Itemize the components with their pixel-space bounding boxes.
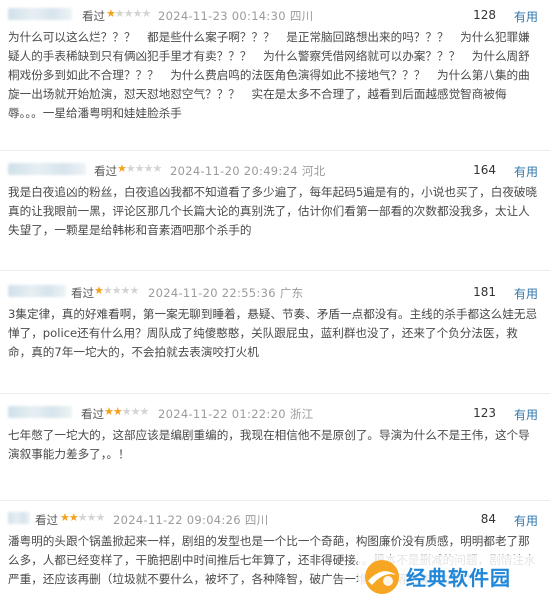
review-item: 看过 ★★★★★ 2024-11-20 20:49:24 河北 164 有用 我… <box>0 161 550 237</box>
review-meta: 看过 ★★★★★ 2024-11-22 09:04:26 四川 84 有用 <box>0 510 550 530</box>
useful-button[interactable]: 有用 <box>514 163 538 180</box>
watched-status: 看过 <box>81 407 104 421</box>
review-date: 2024-11-22 09:04:26 四川 <box>113 512 268 528</box>
star-icon: ★★★★ <box>102 284 139 297</box>
review-date: 2024-11-20 22:55:36 广东 <box>148 285 303 301</box>
site-watermark: 经典软件园 <box>358 555 538 599</box>
review-datetime: 2024-11-22 09:04:26 <box>113 513 241 527</box>
review-location: 广东 <box>279 286 304 300</box>
star-icon: ★ <box>106 7 116 20</box>
rating-stars: ★★★★★ <box>106 7 151 20</box>
useful-button[interactable]: 有用 <box>514 406 538 423</box>
useful-button[interactable]: 有用 <box>514 285 538 302</box>
useful-button[interactable]: 有用 <box>514 8 538 25</box>
review-item: 看过 ★★★★★ 2024-11-22 09:04:26 四川 84 有用 潘粤… <box>0 510 550 586</box>
review-date: 2024-11-22 01:22:20 浙江 <box>158 406 313 422</box>
review-datetime: 2024-11-23 00:14:30 <box>158 9 286 23</box>
star-icon: ★ <box>94 284 104 297</box>
useful-count: 128 <box>473 8 496 22</box>
review-datetime: 2024-11-20 22:55:36 <box>148 286 276 300</box>
star-icon: ★★ <box>60 511 79 524</box>
avatar[interactable] <box>8 406 72 418</box>
avatar[interactable] <box>8 285 66 297</box>
star-icon: ★★★ <box>121 405 150 418</box>
useful-count: 164 <box>473 163 496 177</box>
watermark-logo-icon <box>365 560 399 594</box>
review-location: 四川 <box>289 9 314 23</box>
watched-status: 看过 <box>71 286 94 300</box>
review-meta: 看过 ★★★★★ 2024-11-22 01:22:20 浙江 123 有用 <box>0 404 550 424</box>
star-icon: ★ <box>117 162 127 175</box>
watched-status: 看过 <box>35 513 58 527</box>
review-location: 浙江 <box>289 407 314 421</box>
star-icon: ★★★★ <box>125 162 162 175</box>
review-location: 河北 <box>301 164 326 178</box>
avatar[interactable] <box>8 8 72 20</box>
watermark-text: 经典软件园 <box>406 566 511 590</box>
review-date: 2024-11-20 20:49:24 河北 <box>170 163 325 179</box>
rating-stars: ★★★★★ <box>104 405 150 418</box>
review-meta: 看过 ★★★★★ 2024-11-23 00:14:30 四川 128 有用 <box>0 6 550 26</box>
review-datetime: 2024-11-20 20:49:24 <box>170 164 298 178</box>
star-icon: ★★★ <box>77 511 106 524</box>
review-text: 七年憋了一坨大的，这部应该是编剧重编的，我现在相信他不是原创了。导演为什么不是王… <box>8 428 530 461</box>
review-location: 四川 <box>244 513 269 527</box>
divider <box>0 270 550 271</box>
watched-status: 看过 <box>94 164 117 178</box>
review-text: 3集定律，真的好难看啊，第一案无聊到睡着，悬疑、节奏、矛盾一点都没有。主线的杀手… <box>8 307 538 359</box>
watched-status: 看过 <box>82 9 105 23</box>
review-date: 2024-11-23 00:14:30 四川 <box>158 8 313 24</box>
divider <box>0 393 550 394</box>
avatar[interactable] <box>8 163 86 175</box>
review-meta: 看过 ★★★★★ 2024-11-20 20:49:24 河北 164 有用 <box>0 161 550 181</box>
rating-stars: ★★★★★ <box>60 511 106 524</box>
review-item: 看过 ★★★★★ 2024-11-23 00:14:30 四川 128 有用 为… <box>0 6 550 120</box>
review-item: 看过 ★★★★★ 2024-11-20 22:55:36 广东 181 有用 3… <box>0 283 550 359</box>
rating-stars: ★★★★★ <box>94 284 139 297</box>
divider <box>0 500 550 501</box>
star-icon: ★★★★ <box>114 7 151 20</box>
rating-stars: ★★★★★ <box>117 162 162 175</box>
useful-count: 181 <box>473 285 496 299</box>
review-text: 我是白夜追凶的粉丝，白夜追凶我都不知道看了多少遍了，每年起码5遍是有的，小说也买… <box>8 185 538 237</box>
useful-button[interactable]: 有用 <box>514 512 538 529</box>
review-datetime: 2024-11-22 01:22:20 <box>158 407 286 421</box>
star-icon: ★★ <box>104 405 123 418</box>
divider <box>0 150 550 151</box>
review-item: 看过 ★★★★★ 2024-11-22 01:22:20 浙江 123 有用 七… <box>0 404 550 461</box>
avatar[interactable] <box>8 512 30 524</box>
useful-count: 84 <box>480 512 496 526</box>
review-meta: 看过 ★★★★★ 2024-11-20 22:55:36 广东 181 有用 <box>0 283 550 303</box>
review-text: 为什么可以这么烂？？？ 都是些什么案子啊？？？ 是正常脑回路想出来的吗？？？ 为… <box>8 30 530 120</box>
useful-count: 123 <box>473 406 496 420</box>
